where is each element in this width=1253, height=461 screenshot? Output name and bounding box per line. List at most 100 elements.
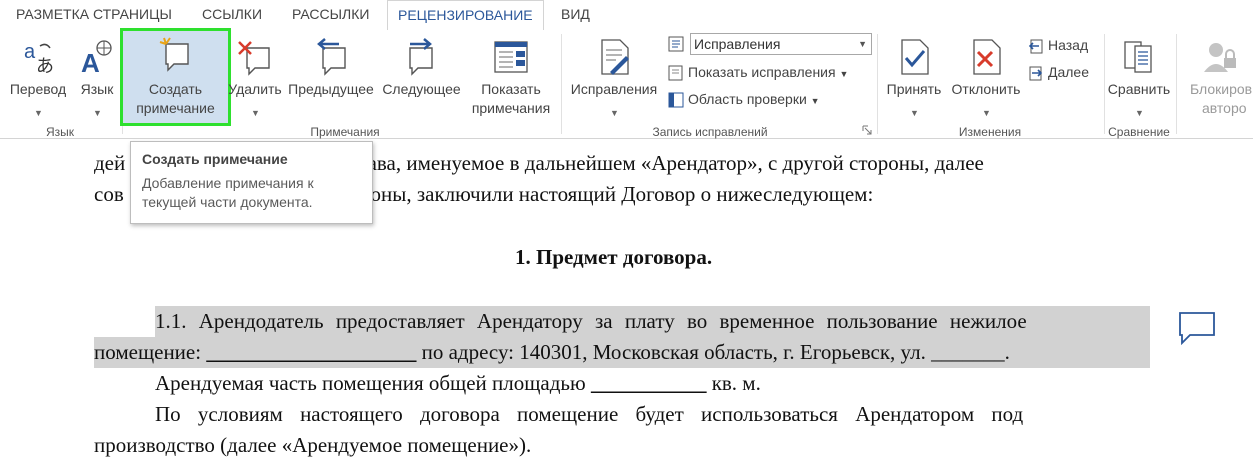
show-comments-label-2: примечания (471, 100, 551, 116)
doc-line-1a: дей (94, 151, 126, 175)
show-comments-icon (494, 41, 528, 73)
show-markup-label: Показать исправления (688, 64, 836, 80)
chevron-down-icon: ▼ (93, 108, 102, 118)
markup-select-value: Исправления (694, 36, 781, 52)
tab-view[interactable]: ВИД (551, 0, 600, 30)
comment-marker-icon[interactable] (1178, 311, 1216, 345)
new-comment-icon (159, 37, 189, 72)
chevron-down-icon: ▼ (1135, 108, 1144, 118)
language-icon: A (81, 40, 112, 76)
next-comment-button[interactable]: Следующее (379, 34, 464, 122)
markup-display-icon (668, 36, 684, 52)
compare-icon (1124, 41, 1152, 73)
svg-text:a: a (24, 41, 36, 63)
tab-references[interactable]: ССЫЛКИ (192, 0, 272, 30)
chevron-down-icon: ▼ (610, 108, 619, 118)
tooltip-line-2: текущей части документа. (142, 194, 313, 210)
tooltip-line-1: Добавление примечания к (142, 175, 314, 191)
group-language-label: Язык (45, 125, 75, 139)
block-authors-icon (1204, 43, 1236, 72)
doc-para-2: Арендуемая часть помещения общей площадь… (155, 368, 761, 399)
chevron-down-icon: ▼ (251, 108, 260, 118)
reviewing-pane-icon (668, 92, 684, 108)
compare-button[interactable]: Сравнить ▼ (1107, 34, 1171, 122)
show-comments-label-1: Показать (481, 81, 541, 97)
track-changes-icon (601, 39, 629, 75)
show-markup-button[interactable]: Показать исправления ▼ (668, 61, 848, 83)
tooltip-title: Создать примечание (142, 151, 288, 167)
previous-change-icon (1028, 39, 1043, 54)
address-text: по адресу: 140301, Московская область, г… (416, 340, 1010, 364)
area-label: Арендуемая часть помещения общей площадь… (155, 371, 591, 395)
language-button[interactable]: A Язык ▼ (74, 34, 120, 122)
accept-button[interactable]: Принять ▼ (882, 34, 946, 122)
compare-label: Сравнить (1107, 81, 1171, 97)
delete-comment-button[interactable]: Удалить ▼ (228, 34, 282, 122)
area-unit: кв. м. (706, 371, 761, 395)
new-comment-label-2: примечание (136, 100, 215, 116)
svg-text:A: A (81, 48, 100, 76)
markup-select[interactable]: Исправления ▼ (690, 33, 872, 55)
track-changes-label: Исправления (570, 81, 658, 97)
chevron-down-icon: ▼ (34, 108, 43, 118)
track-changes-button[interactable]: Исправления ▼ (566, 34, 662, 122)
tab-page-layout[interactable]: РАЗМЕТКА СТРАНИЦЫ (6, 0, 182, 30)
next-comment-icon (408, 38, 433, 76)
group-separator (1176, 34, 1177, 134)
chevron-down-icon: ▼ (810, 96, 820, 106)
tooltip-description: Добавление примечания к текущей части до… (142, 174, 361, 212)
ribbon: a あ Перевод ▼ A Язык ▼ Язык Создать прим… (0, 28, 1253, 139)
chevron-down-icon: ▼ (910, 108, 919, 118)
show-comments-button[interactable]: Показать примечания (466, 34, 556, 122)
reject-label: Отклонить (951, 81, 1021, 97)
delete-comment-icon (238, 41, 270, 76)
reject-button[interactable]: Отклонить ▼ (947, 34, 1025, 122)
accept-label: Принять (886, 81, 942, 97)
premises-label: помещение: (94, 340, 207, 364)
premises-blank: ____________________ (206, 340, 417, 364)
previous-comment-button[interactable]: Предыдущее (283, 34, 379, 122)
group-separator (877, 34, 878, 134)
doc-para-1-line-1: 1.1. Арендодатель предоставляет Арендато… (155, 306, 1150, 337)
chevron-down-icon: ▼ (982, 108, 991, 118)
new-comment-button[interactable]: Создать примечание (120, 28, 231, 126)
next-change-button[interactable]: Далее (1028, 61, 1089, 83)
doc-line-1b: и Устава, именуемое в дальнейшем «Аренда… (320, 151, 984, 175)
doc-para-3-line-1: По условиям настоящего договора помещени… (155, 402, 1024, 426)
doc-para-1-line-2: помещение: ____________________ по адрес… (94, 337, 1150, 368)
accept-icon (901, 39, 929, 75)
new-comment-label-1: Создать (148, 81, 203, 97)
doc-para-3-line-2: производство (далее «Арендуемое помещени… (94, 433, 532, 457)
group-separator (561, 34, 562, 134)
group-compare-label: Сравнение (1108, 125, 1170, 139)
block-authors-button[interactable]: Блокиров авторо (1184, 34, 1253, 122)
doc-line-2b: роны, заключили настоящий Договор о ниже… (360, 182, 874, 206)
translate-button[interactable]: a あ Перевод ▼ (4, 34, 72, 122)
svg-text:あ: あ (36, 56, 54, 76)
block-authors-label-2: авторо (1202, 100, 1247, 116)
translate-label: Перевод (9, 81, 67, 97)
delete-label: Удалить (228, 81, 282, 97)
chevron-down-icon: ▼ (858, 39, 867, 49)
reject-icon (973, 39, 1001, 75)
chevron-down-icon: ▼ (839, 69, 849, 79)
translate-icon: a あ (24, 41, 54, 76)
group-separator (1104, 34, 1105, 134)
group-comments-label: Примечания (310, 125, 380, 139)
next-change-icon (1029, 66, 1043, 81)
next-label: Следующее (382, 81, 461, 97)
dialog-launcher-icon[interactable] (862, 125, 872, 135)
ribbon-tabs: РАЗМЕТКА СТРАНИЦЫ ССЫЛКИ РАССЫЛКИ РЕЦЕНЗ… (0, 0, 1253, 31)
area-blank: ___________ (590, 371, 707, 395)
tab-mailings[interactable]: РАССЫЛКИ (282, 0, 379, 30)
tab-review[interactable]: РЕЦЕНЗИРОВАНИЕ (387, 0, 544, 31)
new-comment-tooltip: Создать примечание Добавление примечания… (130, 141, 373, 224)
group-tracking-label: Запись исправлений (652, 125, 768, 139)
back-label: Назад (1048, 37, 1089, 53)
section-heading: 1. Предмет договора. (515, 245, 713, 269)
previous-change-button[interactable]: Назад (1028, 34, 1088, 56)
reviewing-pane-button[interactable]: Область проверки ▼ (668, 88, 820, 110)
language-label: Язык (80, 81, 114, 97)
show-markup-icon (668, 65, 683, 81)
reviewing-pane-label: Область проверки (688, 91, 807, 107)
